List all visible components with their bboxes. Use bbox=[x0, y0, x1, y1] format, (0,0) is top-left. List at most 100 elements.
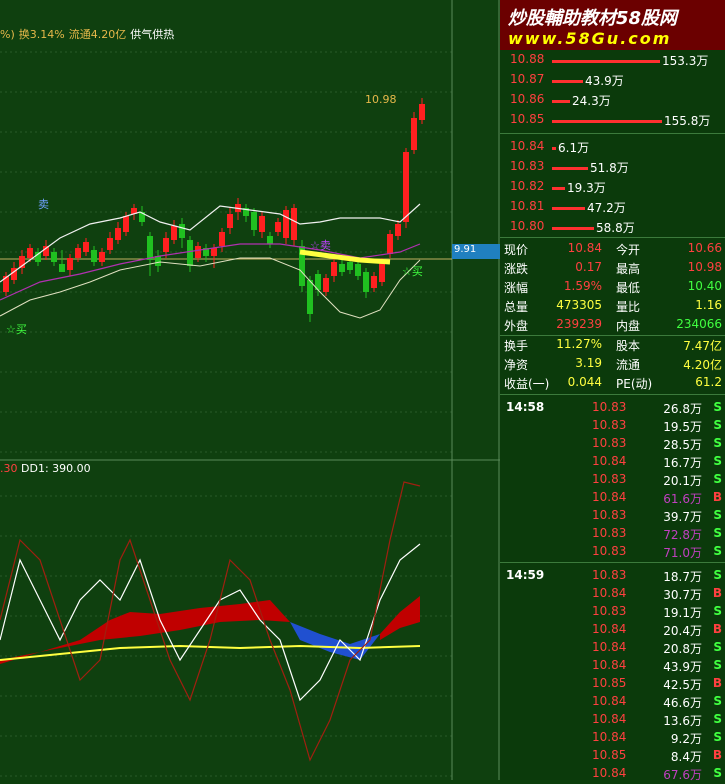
ask-row: 10.85 155.8万 bbox=[510, 112, 720, 130]
quote-label: 现价 bbox=[504, 243, 529, 257]
current-price-tag: 9.91 bbox=[452, 244, 500, 259]
candlestick bbox=[419, 104, 425, 120]
tick-row: 10.84 46.6万 S bbox=[506, 694, 722, 712]
quote-value: 10.66 bbox=[687, 241, 722, 255]
tick-row: 10.85 42.5万 B bbox=[506, 676, 722, 694]
quote-label: 最低 bbox=[616, 281, 641, 295]
tick-side: S bbox=[713, 454, 722, 468]
quote-value: 0.044 bbox=[567, 375, 602, 389]
indicator-subtitle: .30 DD1: 390.00 bbox=[0, 462, 91, 475]
candlestick bbox=[155, 256, 161, 266]
tick-volume: 39.7万 bbox=[663, 510, 702, 524]
quote-row: 收益(一) 0.044 PE(动) 61.2 bbox=[504, 375, 722, 393]
candlestick bbox=[403, 152, 409, 222]
bid-row: 10.83 51.8万 bbox=[510, 159, 720, 177]
watermark-url: www.58Gu.com bbox=[508, 29, 672, 48]
candlestick bbox=[75, 248, 81, 258]
tick-price: 10.85 bbox=[592, 748, 627, 762]
candlestick bbox=[347, 262, 353, 270]
tick-price: 10.83 bbox=[592, 436, 627, 450]
tick-price: 10.83 bbox=[592, 544, 627, 558]
candlestick bbox=[411, 118, 417, 150]
quote-value: 10.40 bbox=[687, 279, 722, 293]
sell-marker-mid: ☆卖 bbox=[310, 239, 331, 252]
tick-side: S bbox=[713, 694, 722, 708]
tick-volume: 46.6万 bbox=[663, 696, 702, 710]
tick-row: 10.83 19.5万 S bbox=[506, 418, 722, 436]
candlestick bbox=[339, 264, 345, 272]
tick-volume: 42.5万 bbox=[663, 678, 702, 692]
tick-side: B bbox=[712, 676, 722, 690]
quote-panel: 10.88 153.3万 10.87 43.9万 10.86 24.3万 10.85 155.… bbox=[500, 50, 725, 782]
candlestick bbox=[387, 234, 393, 254]
tick-side: S bbox=[713, 730, 722, 744]
tick-volume: 26.8万 bbox=[663, 402, 702, 416]
candlestick bbox=[291, 208, 297, 240]
tick-volume: 72.8万 bbox=[663, 528, 702, 542]
candlestick bbox=[147, 236, 153, 260]
tick-volume: 19.1万 bbox=[663, 606, 702, 620]
candlestick bbox=[227, 214, 233, 228]
candlestick bbox=[363, 272, 369, 292]
tick-time: 14:59 bbox=[506, 568, 545, 582]
tick-side: S bbox=[713, 472, 722, 486]
ob-price: 10.80 bbox=[510, 219, 545, 233]
tick-price: 10.84 bbox=[592, 640, 627, 654]
sell-marker: 卖 bbox=[38, 198, 49, 211]
candlestick bbox=[83, 242, 89, 252]
tick-price: 10.83 bbox=[592, 526, 627, 540]
ob-volume-bar bbox=[552, 100, 570, 103]
tick-volume: 20.8万 bbox=[663, 642, 702, 656]
tick-row: 10.83 39.7万 S bbox=[506, 508, 722, 526]
tick-side: S bbox=[713, 508, 722, 522]
ob-volume-bar bbox=[552, 167, 588, 170]
bid-row: 10.84 6.1万 bbox=[510, 139, 720, 157]
candlestick bbox=[51, 252, 57, 262]
ob-volume-bar bbox=[552, 147, 556, 150]
tick-side: S bbox=[713, 544, 722, 558]
info-prefix: %) bbox=[0, 28, 15, 41]
quote-label: 涨跌 bbox=[504, 262, 529, 276]
quote-value: 61.2 bbox=[695, 375, 722, 389]
tick-row: 10.84 20.8万 S bbox=[506, 640, 722, 658]
candlestick bbox=[107, 238, 113, 250]
candlestick bbox=[163, 238, 169, 252]
buy-marker-left: ☆买 bbox=[6, 323, 27, 336]
tick-side: S bbox=[713, 658, 722, 672]
quote-value: 1.16 bbox=[695, 298, 722, 312]
kline-chart-area[interactable]: %) 换3.14% 流通4.20亿 供气供热 卖 ☆买 ☆买 ☆卖 10.98 9.9… bbox=[0, 0, 500, 780]
divider bbox=[500, 562, 725, 563]
quote-value: 11.27% bbox=[556, 337, 602, 351]
tick-row: 10.84 9.2万 S bbox=[506, 730, 722, 748]
quote-label: 净资 bbox=[504, 358, 529, 372]
quote-value: 473305 bbox=[556, 298, 602, 312]
ob-volume: 19.3万 bbox=[567, 181, 606, 195]
ob-volume-bar bbox=[552, 60, 660, 63]
ob-price: 10.86 bbox=[510, 92, 545, 106]
tick-side: B bbox=[712, 622, 722, 636]
ob-price: 10.85 bbox=[510, 112, 545, 126]
dd1-label: DD1: 390.00 bbox=[21, 462, 91, 475]
tick-volume: 20.1万 bbox=[663, 474, 702, 488]
quote-label: 今开 bbox=[616, 243, 641, 257]
tick-price: 10.85 bbox=[592, 676, 627, 690]
tick-time: 14:58 bbox=[506, 400, 545, 414]
tick-row: 10.84 61.6万 B bbox=[506, 490, 722, 508]
quote-value: 234066 bbox=[676, 317, 722, 331]
tick-price: 10.84 bbox=[592, 694, 627, 708]
ob-volume: 43.9万 bbox=[585, 74, 624, 88]
tick-side: B bbox=[712, 748, 722, 762]
candlestick bbox=[99, 252, 105, 262]
tick-row: 10.83 19.1万 S bbox=[506, 604, 722, 622]
quote-value: 3.19 bbox=[575, 356, 602, 370]
watermark-title: 炒股輔助教材58股网 bbox=[508, 8, 678, 29]
tick-price: 10.84 bbox=[592, 454, 627, 468]
quote-value: 1.59% bbox=[563, 279, 602, 293]
quote-row: 涨跌 0.17 最高 10.98 bbox=[504, 260, 722, 278]
ob-volume: 24.3万 bbox=[572, 94, 611, 108]
tick-price: 10.84 bbox=[592, 658, 627, 672]
price-chart-svg[interactable] bbox=[0, 0, 500, 780]
sub-prefix: .30 bbox=[0, 462, 18, 475]
ob-volume: 58.8万 bbox=[596, 221, 635, 235]
tick-side: S bbox=[713, 526, 722, 540]
